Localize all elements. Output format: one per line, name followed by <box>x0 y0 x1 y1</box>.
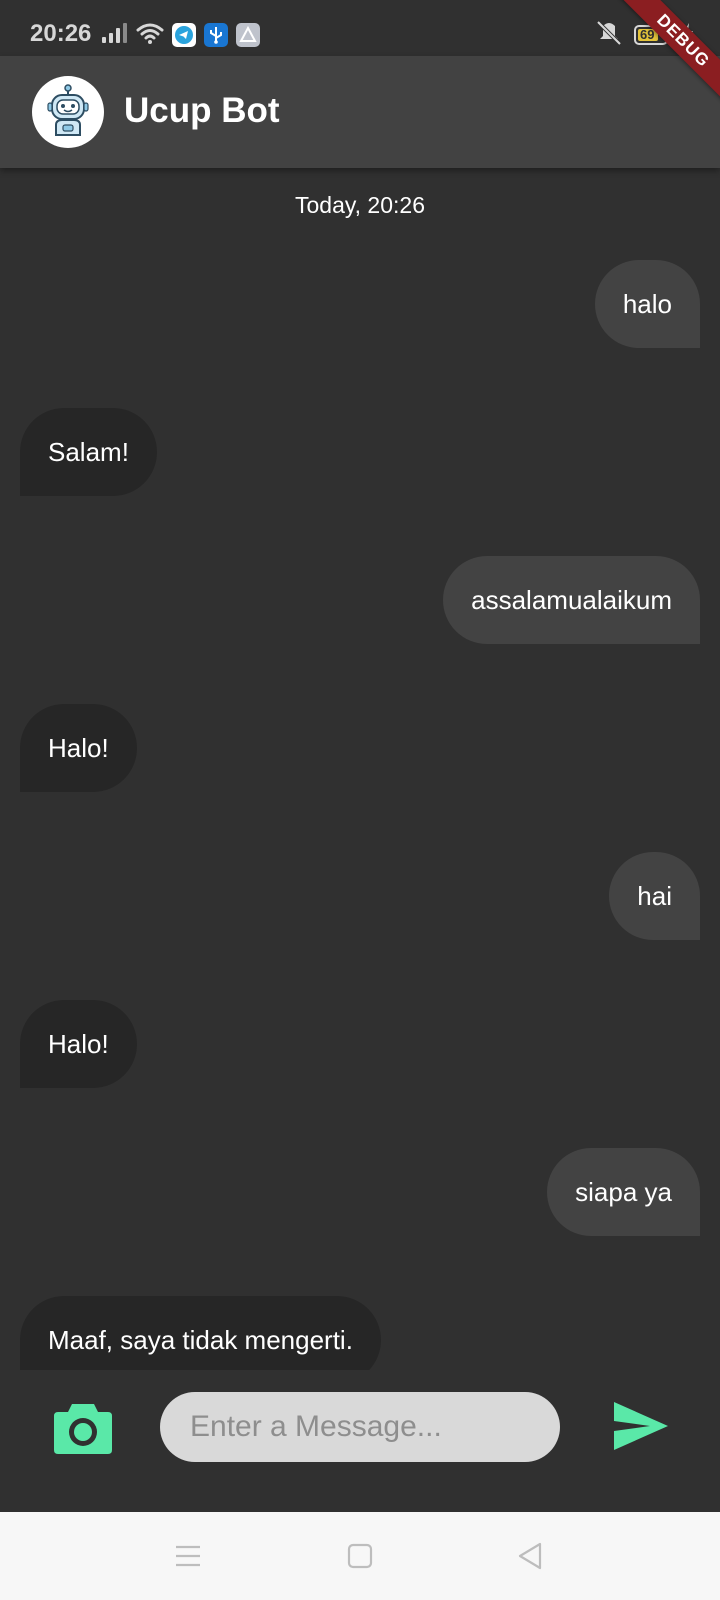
message-text: Salam! <box>48 436 129 467</box>
signal-icon <box>102 22 128 48</box>
home-button[interactable] <box>344 1540 376 1572</box>
home-icon <box>344 1543 376 1576</box>
input-bar <box>0 1370 720 1512</box>
message-input[interactable] <box>160 1392 560 1462</box>
message-text: siapa ya <box>575 1176 672 1207</box>
back-icon <box>514 1542 546 1576</box>
back-button[interactable] <box>514 1540 546 1572</box>
camera-icon <box>52 1404 114 1460</box>
user-message: siapa ya <box>547 1148 700 1236</box>
message-text: hai <box>637 880 672 911</box>
app-bar: Ucup Bot <box>0 56 720 168</box>
status-bar: 20:26 69 <box>0 0 720 56</box>
navigation-bar <box>0 1512 720 1600</box>
bot-message: Halo! <box>20 1000 137 1088</box>
message-text: Halo! <box>48 732 109 763</box>
wifi-icon <box>136 22 164 49</box>
page-title: Ucup Bot <box>124 91 280 130</box>
robot-icon <box>44 83 92 142</box>
date-label: Today, 20:26 <box>294 192 425 218</box>
menu-icon <box>172 1545 204 1576</box>
avatar <box>32 76 104 148</box>
message-text: halo <box>622 288 672 319</box>
chat-area[interactable]: Today, 20:26 halo Salam! assalamualaikum… <box>0 168 720 1370</box>
user-message: assalamualaikum <box>443 556 700 644</box>
mute-icon <box>594 20 624 51</box>
app-icon <box>236 23 260 47</box>
app-screen: 20:26 69 DEBUG Ucup Bot Today, 20:26 hal… <box>0 0 720 1600</box>
usb-icon <box>204 23 228 47</box>
message-text: Maaf, saya tidak mengerti. <box>48 1324 353 1355</box>
camera-button[interactable] <box>52 1400 114 1456</box>
user-message: halo <box>594 260 700 348</box>
bot-message: Halo! <box>20 704 137 792</box>
bot-message: Salam! <box>20 408 157 496</box>
send-icon <box>612 1402 670 1456</box>
message-text: Halo! <box>48 1028 109 1059</box>
bot-message: Maaf, saya tidak mengerti. <box>20 1296 381 1370</box>
user-message: hai <box>609 852 700 940</box>
message-text: assalamualaikum <box>471 584 672 615</box>
status-left-icons <box>102 22 260 48</box>
telegram-icon <box>172 23 196 47</box>
send-button[interactable] <box>612 1400 670 1452</box>
status-time: 20:26 <box>30 20 92 47</box>
menu-button[interactable] <box>172 1540 204 1572</box>
